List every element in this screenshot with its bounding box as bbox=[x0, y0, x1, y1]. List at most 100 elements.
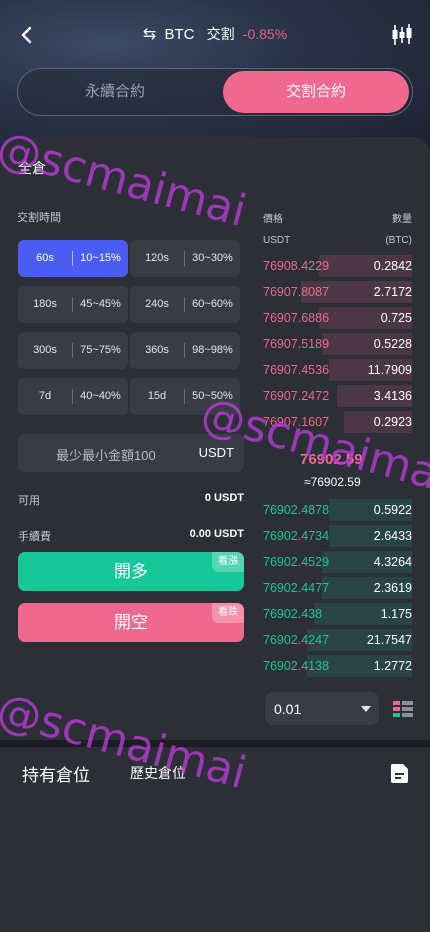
time-option-180s[interactable]: 180s 45~45% bbox=[18, 286, 128, 323]
quantity-header: 數量 bbox=[392, 214, 412, 225]
bid-row[interactable]: 76902.4247 21.7547 bbox=[262, 627, 412, 653]
candlestick-chart-icon[interactable] bbox=[390, 22, 414, 48]
time-option-60s[interactable]: 60s 10~15% bbox=[18, 240, 128, 277]
ask-row[interactable]: 76908.4229 0.2842 bbox=[262, 253, 412, 279]
ask-quantity: 2.7172 bbox=[373, 285, 412, 299]
margin-mode[interactable]: 全倉 bbox=[18, 158, 46, 178]
top-bar: ⇆ BTC 交割 -0.85% bbox=[0, 0, 430, 68]
precision-value: 0.01 bbox=[274, 701, 302, 717]
time-value: 300s bbox=[33, 344, 57, 356]
time-option-120s[interactable]: 120s 30~30% bbox=[130, 240, 240, 277]
bearish-tag: 看跌 bbox=[212, 603, 244, 623]
time-value: 7d bbox=[38, 390, 52, 402]
rate-value: 10~15% bbox=[80, 252, 121, 264]
price-change: -0.85% bbox=[242, 26, 288, 42]
mid-price: 76902.59 bbox=[300, 451, 363, 468]
available-value: 0 USDT bbox=[204, 492, 244, 504]
precision-select[interactable]: 0.01 bbox=[265, 692, 379, 725]
bid-row[interactable]: 76902.4138 1.2772 bbox=[262, 653, 412, 679]
swap-icon: ⇆ bbox=[142, 26, 157, 43]
bid-quantity: 2.6433 bbox=[373, 529, 412, 543]
document-icon[interactable] bbox=[389, 763, 410, 784]
rate-value: 40~40% bbox=[80, 390, 121, 402]
price-header: 價格 bbox=[263, 214, 283, 225]
ask-price: 76907.8087 bbox=[263, 285, 330, 299]
bid-quantity: 4.3264 bbox=[373, 555, 412, 569]
bid-row[interactable]: 76902.438 1.175 bbox=[262, 601, 412, 627]
bid-quantity: 2.3619 bbox=[373, 581, 412, 595]
time-value: 180s bbox=[33, 298, 57, 310]
tab-holding-positions[interactable]: 持有倉位 bbox=[22, 761, 90, 786]
time-option-15d[interactable]: 15d 50~50% bbox=[130, 378, 240, 415]
bid-price: 76902.4477 bbox=[263, 581, 330, 595]
time-option-240s[interactable]: 240s 60~60% bbox=[130, 286, 240, 323]
rate-value: 45~45% bbox=[80, 298, 121, 310]
contract-type-switch: 永續合約 交割合約 bbox=[17, 68, 413, 116]
ask-quantity: 0.2923 bbox=[373, 415, 412, 429]
ask-quantity: 0.5228 bbox=[373, 337, 412, 351]
time-value: 120s bbox=[145, 252, 169, 264]
tab-delivery[interactable]: 交割合約 bbox=[223, 71, 409, 113]
price-unit: USDT bbox=[263, 235, 291, 246]
section-divider bbox=[0, 740, 430, 747]
bid-quantity: 1.175 bbox=[380, 607, 412, 621]
bid-row[interactable]: 76902.4734 2.6433 bbox=[262, 523, 412, 549]
bid-quantity: 1.2772 bbox=[373, 659, 412, 673]
ask-price: 76908.4229 bbox=[263, 259, 330, 273]
ask-row[interactable]: 76907.1607 0.2923 bbox=[262, 409, 412, 435]
bid-price: 76902.4247 bbox=[263, 633, 330, 647]
ask-quantity: 3.4136 bbox=[373, 389, 412, 403]
ask-price: 76907.5189 bbox=[263, 337, 330, 351]
amount-placeholder: 最少最小金額100 bbox=[56, 448, 156, 463]
orderbook-layout-icon[interactable] bbox=[393, 700, 413, 718]
time-value: 15d bbox=[147, 390, 167, 402]
bid-row[interactable]: 76902.4477 2.3619 bbox=[262, 575, 412, 601]
amount-input[interactable]: 最少最小金額100 USDT bbox=[18, 434, 244, 472]
quantity-unit: (BTC) bbox=[385, 235, 412, 246]
delivery-time-label: 交割時間 bbox=[17, 212, 61, 224]
ask-price: 76907.1607 bbox=[263, 415, 330, 429]
amount-unit: USDT bbox=[198, 445, 234, 460]
ask-quantity: 11.7909 bbox=[367, 363, 412, 377]
time-value: 360s bbox=[145, 344, 169, 356]
page-title[interactable]: ⇆ BTC 交割 -0.85% bbox=[0, 24, 430, 44]
ask-quantity: 0.725 bbox=[380, 311, 412, 325]
symbol-name: BTC bbox=[164, 26, 195, 43]
rate-value: 60~60% bbox=[192, 298, 233, 310]
tab-perpetual[interactable]: 永續合約 bbox=[20, 71, 210, 113]
ask-price: 76907.4536 bbox=[263, 363, 330, 377]
time-option-7d[interactable]: 7d 40~40% bbox=[18, 378, 128, 415]
bid-row[interactable]: 76902.4529 4.3264 bbox=[262, 549, 412, 575]
caret-down-icon bbox=[361, 706, 371, 712]
bullish-tag: 看漲 bbox=[212, 552, 244, 572]
ask-row[interactable]: 76907.8087 2.7172 bbox=[262, 279, 412, 305]
tab-history-positions[interactable]: 歷史倉位 bbox=[130, 763, 186, 783]
time-value: 240s bbox=[145, 298, 169, 310]
bid-price: 76902.4734 bbox=[263, 529, 330, 543]
time-option-360s[interactable]: 360s 98~98% bbox=[130, 332, 240, 369]
fee-label: 手續費 bbox=[18, 531, 51, 543]
mid-price-equivalent: ≈76902.59 bbox=[304, 475, 361, 489]
open-long-label: 開多 bbox=[114, 562, 148, 581]
open-short-label: 開空 bbox=[114, 613, 148, 632]
time-option-300s[interactable]: 300s 75~75% bbox=[18, 332, 128, 369]
bid-price: 76902.4878 bbox=[263, 503, 330, 517]
ask-price: 76907.2472 bbox=[263, 389, 330, 403]
ask-row[interactable]: 76907.4536 11.7909 bbox=[262, 357, 412, 383]
bid-price: 76902.438 bbox=[263, 607, 323, 621]
ask-row[interactable]: 76907.6886 0.725 bbox=[262, 305, 412, 331]
bid-price: 76902.4529 bbox=[263, 555, 330, 569]
ask-row[interactable]: 76907.2472 3.4136 bbox=[262, 383, 412, 409]
rate-value: 50~50% bbox=[192, 390, 233, 402]
available-label: 可用 bbox=[18, 495, 40, 507]
bid-quantity: 21.7547 bbox=[366, 633, 412, 647]
time-value: 60s bbox=[36, 252, 54, 264]
rate-value: 75~75% bbox=[80, 344, 121, 356]
fee-value: 0.00 USDT bbox=[189, 528, 244, 540]
ask-price: 76907.6886 bbox=[263, 311, 330, 325]
ask-quantity: 0.2842 bbox=[373, 259, 412, 273]
open-short-button[interactable]: 開空 看跌 bbox=[18, 603, 244, 642]
ask-row[interactable]: 76907.5189 0.5228 bbox=[262, 331, 412, 357]
bid-row[interactable]: 76902.4878 0.5922 bbox=[262, 497, 412, 523]
open-long-button[interactable]: 開多 看漲 bbox=[18, 552, 244, 591]
